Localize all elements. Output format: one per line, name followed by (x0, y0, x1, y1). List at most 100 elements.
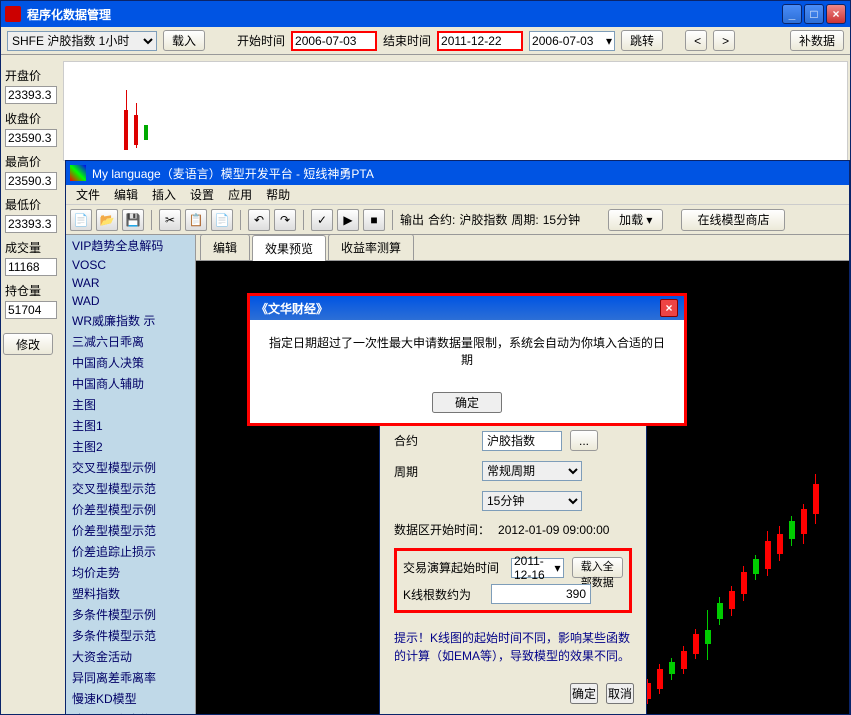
sidebar-item[interactable]: 中国商人决策 (66, 352, 195, 373)
low-price: 23393.3 (5, 215, 57, 233)
main-toolbar: SHFE 沪胶指数 1小时 载入 开始时间 2006-07-03 结束时间 20… (1, 27, 850, 55)
main-window: 程序化数据管理 _ □ × SHFE 沪胶指数 1小时 载入 开始时间 2006… (0, 0, 851, 715)
sidebar-item[interactable]: 价差型模型示范 (66, 520, 195, 541)
run-icon[interactable]: ▶ (337, 209, 359, 231)
sidebar-item[interactable]: 交叉型模型示例 (66, 457, 195, 478)
minimize-button[interactable]: _ (782, 4, 802, 24)
period-field-label: 周期 (394, 463, 474, 480)
sidebar-item[interactable]: 多条件模型示范 (66, 625, 195, 646)
load-all-button[interactable]: 载入全部数据 (572, 557, 623, 578)
jump-button[interactable]: 跳转 (621, 30, 663, 51)
end-date-field[interactable]: 2011-12-22 (437, 31, 523, 51)
open-icon[interactable]: 📂 (96, 209, 118, 231)
redo-icon[interactable]: ↷ (274, 209, 296, 231)
output-label: 输出 (400, 211, 424, 228)
sidebar-item[interactable]: 三减六日乖离 (66, 331, 195, 352)
sidebar-item[interactable]: 多条件模型示例 (66, 604, 195, 625)
period-value-select[interactable]: 15分钟 (482, 491, 582, 511)
calc-start-label: 交易演算起始时间 (403, 559, 503, 576)
oi-label: 持仓量 (5, 282, 57, 299)
check-icon[interactable]: ✓ (311, 209, 333, 231)
contract-value: 沪胶指数 (459, 211, 507, 228)
sidebar-item[interactable]: WR威廉指数 示 (66, 310, 195, 331)
period-type-select[interactable]: 常规周期 (482, 461, 582, 481)
sidebar-item[interactable]: 主图1 (66, 415, 195, 436)
load-model-button[interactable]: 加载 ▾ (608, 209, 663, 231)
model-sidebar: VIP趋势全息解码VOSCWARWADWR威廉指数 示三减六日乖离中国商人决策中… (66, 235, 196, 714)
k-count-input[interactable] (491, 584, 591, 604)
contract-label: 合约: (428, 211, 455, 228)
price-panel: 开盘价23393.3 收盘价23590.3 最高价23590.3 最低价2339… (1, 61, 61, 701)
prev-button[interactable]: < (685, 30, 707, 51)
paste-icon[interactable]: 📄 (211, 209, 233, 231)
start-time-label: 开始时间 (237, 32, 285, 49)
dev-toolbar: 📄 📂 💾 ✂ 📋 📄 ↶ ↷ ✓ ▶ ■ 输出 合约: 沪胶指数 周期: 15… (66, 205, 849, 235)
dev-titlebar: My language（麦语言）模型开发平台 - 短线神勇PTA (66, 161, 849, 185)
menu-apply[interactable]: 应用 (222, 184, 258, 205)
tab-preview[interactable]: 效果预览 (252, 235, 326, 261)
modify-button[interactable]: 修改 (3, 333, 53, 355)
date-picker[interactable]: 2006-07-03▾ (529, 31, 615, 51)
new-icon[interactable]: 📄 (70, 209, 92, 231)
menu-insert[interactable]: 插入 (146, 184, 182, 205)
sidebar-item[interactable]: 才子VIP点金信 (66, 709, 195, 714)
alert-close-icon[interactable]: × (660, 299, 678, 317)
close-price: 23590.3 (5, 129, 57, 147)
volume-label: 成交量 (5, 239, 57, 256)
symbol-select[interactable]: SHFE 沪胶指数 1小时 (7, 31, 157, 51)
sidebar-item[interactable]: WAR (66, 274, 195, 292)
tab-profit[interactable]: 收益率测算 (328, 234, 414, 260)
maximize-button[interactable]: □ (804, 4, 824, 24)
sidebar-item[interactable]: 中国商人辅助 (66, 373, 195, 394)
tabs: 编辑 效果预览 收益率测算 (196, 235, 849, 261)
sidebar-item[interactable]: 大资金活动 (66, 646, 195, 667)
model-store-button[interactable]: 在线模型商店 (681, 209, 785, 231)
sidebar-item[interactable]: VIP趋势全息解码 (66, 235, 195, 256)
sidebar-item[interactable]: 异同离差乖离率 (66, 667, 195, 688)
cut-icon[interactable]: ✂ (159, 209, 181, 231)
contract-input[interactable] (482, 431, 562, 451)
open-price-label: 开盘价 (5, 67, 57, 84)
alert-ok-button[interactable]: 确定 (432, 392, 502, 413)
titlebar: 程序化数据管理 _ □ × (1, 1, 850, 27)
menu-edit[interactable]: 编辑 (108, 184, 144, 205)
next-button[interactable]: > (713, 30, 735, 51)
menu-help[interactable]: 帮助 (260, 184, 296, 205)
tab-edit[interactable]: 编辑 (200, 234, 250, 260)
sidebar-item[interactable]: 主图2 (66, 436, 195, 457)
sidebar-item[interactable]: 主图 (66, 394, 195, 415)
open-interest: 51704 (5, 301, 57, 319)
sidebar-item[interactable]: 塑料指数 (66, 583, 195, 604)
sidebar-item[interactable]: 均价走势 (66, 562, 195, 583)
menu-file[interactable]: 文件 (70, 184, 106, 205)
data-cancel-button[interactable]: 取消 (606, 683, 634, 704)
menu-settings[interactable]: 设置 (184, 184, 220, 205)
high-price-label: 最高价 (5, 153, 57, 170)
browse-contract-button[interactable]: ... (570, 430, 598, 451)
fill-data-button[interactable]: 补数据 (790, 30, 844, 51)
copy-icon[interactable]: 📋 (185, 209, 207, 231)
load-button[interactable]: 载入 (163, 30, 205, 51)
dev-app-icon (70, 165, 86, 181)
contract-field-label: 合约 (394, 432, 474, 449)
close-button[interactable]: × (826, 4, 846, 24)
sidebar-item[interactable]: 慢速KD模型 (66, 688, 195, 709)
undo-icon[interactable]: ↶ (248, 209, 270, 231)
sidebar-item[interactable]: 交叉型模型示范 (66, 478, 195, 499)
sidebar-item[interactable]: WAD (66, 292, 195, 310)
calc-start-date[interactable]: 2011-12-16▾ (511, 558, 564, 578)
period-value: 15分钟 (543, 211, 580, 228)
sidebar-item[interactable]: 价差追踪止损示 (66, 541, 195, 562)
open-price: 23393.3 (5, 86, 57, 104)
sidebar-item[interactable]: 价差型模型示例 (66, 499, 195, 520)
stop-icon[interactable]: ■ (363, 209, 385, 231)
data-ok-button[interactable]: 确定 (570, 683, 598, 704)
alert-dialog: 《文华财经》 × 指定日期超过了一次性最大申请数据量限制，系统会自动为你填入合适… (247, 293, 687, 426)
volume: 11168 (5, 258, 57, 276)
window-controls: _ □ × (782, 4, 846, 24)
menubar: 文件 编辑 插入 设置 应用 帮助 (66, 185, 849, 205)
save-icon[interactable]: 💾 (122, 209, 144, 231)
sidebar-item[interactable]: VOSC (66, 256, 195, 274)
app-icon (5, 6, 21, 22)
start-date-field[interactable]: 2006-07-03 (291, 31, 377, 51)
